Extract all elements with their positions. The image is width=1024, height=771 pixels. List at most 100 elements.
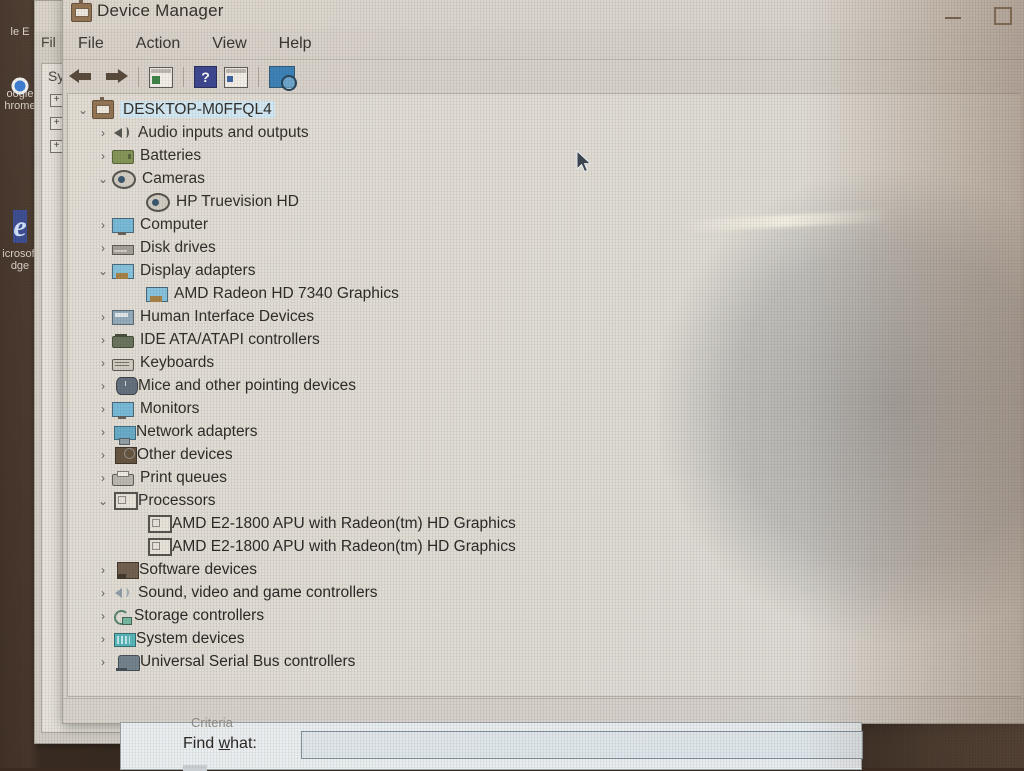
chevron-right-icon[interactable]: › [94,609,112,623]
chevron-down-icon[interactable]: ⌄ [94,494,112,508]
chevron-right-icon[interactable]: › [94,126,112,140]
menubar: File Action View Help [63,29,1024,59]
window-controls [929,0,1024,29]
processor-icon [148,538,172,556]
chevron-right-icon[interactable]: › [94,471,112,485]
tree-item[interactable]: AMD E2-1800 APU with Radeon(tm) HD Graph… [70,535,1021,558]
tree-item-label: HP Truevision HD [176,193,299,210]
chevron-down-icon[interactable]: ⌄ [94,172,112,186]
minimize-button[interactable] [929,0,977,29]
tree-item[interactable]: ⌄ Cameras [70,167,1021,190]
tree-item-label: DESKTOP-M0FFQL4 [120,101,275,118]
tree-item[interactable]: › Keyboards [70,351,1021,374]
tree-item[interactable]: › IDE ATA/ATAPI controllers [70,328,1021,351]
processor-icon [148,515,172,533]
maximize-button[interactable] [977,0,1024,29]
tree-item[interactable]: › Print queues [70,466,1021,489]
tree-item-label: Other devices [137,446,233,463]
window-title: Device Manager [97,1,224,20]
tree-item[interactable]: › Other devices [70,443,1021,466]
tree-item-label: System devices [136,630,245,647]
tree-item[interactable]: › Computer [70,213,1021,236]
chevron-right-icon[interactable]: › [94,563,112,577]
network-adapter-icon [114,425,136,445]
tree-item[interactable]: › Mice and other pointing devices [70,374,1021,397]
chevron-right-icon[interactable]: › [94,425,112,439]
tree-item-label: AMD E2-1800 APU with Radeon(tm) HD Graph… [172,515,516,532]
printer-icon [112,470,134,486]
menu-file[interactable]: File [73,33,109,55]
find-what-input[interactable] [301,731,863,759]
properties-panel-icon[interactable] [149,66,173,88]
menu-action[interactable]: Action [131,33,185,55]
chevron-down-icon[interactable]: ⌄ [74,103,92,117]
edge-label-line2: dge [10,260,30,272]
chevron-right-icon[interactable]: › [94,448,112,462]
forward-button[interactable] [102,67,128,87]
tree-item[interactable]: › Sound, video and game controllers [70,581,1021,604]
speaker-icon [112,124,132,141]
chevron-right-icon[interactable]: › [94,149,112,163]
menu-view[interactable]: View [207,33,251,55]
chevron-right-icon[interactable]: › [94,632,112,646]
chevron-down-icon[interactable]: ⌄ [94,264,112,278]
tree-item-label: Computer [140,216,209,233]
titlebar[interactable]: Device Manager [63,0,1024,29]
processor-icon [114,492,138,510]
tree-item-label: Cameras [142,170,205,187]
device-manager-icon [71,0,92,22]
tree-item[interactable]: ⌄ Display adapters [70,259,1021,282]
sound-controller-icon [112,584,132,601]
tree-item[interactable]: › Batteries [70,144,1021,167]
chevron-right-icon[interactable]: › [94,241,112,255]
tree-item[interactable]: ⌄ DESKTOP-M0FFQL4 [70,97,1021,121]
back-button[interactable] [69,67,95,87]
chevron-right-icon[interactable]: › [94,586,112,600]
chevron-right-icon[interactable]: › [94,310,112,324]
tree-item-label: IDE ATA/ATAPI controllers [140,331,320,348]
tree-item[interactable]: › Human Interface Devices [70,305,1021,328]
device-tree: ⌄ DESKTOP-M0FFQL4 › Audio inputs and output… [68,94,1021,673]
monitor-icon [112,218,134,235]
camera-icon [146,192,170,212]
chevron-right-icon[interactable]: › [94,402,112,416]
chevron-right-icon[interactable]: › [94,218,112,232]
chevron-right-icon[interactable]: › [94,379,112,393]
device-tree-pane[interactable]: ⌄ DESKTOP-M0FFQL4 › Audio inputs and output… [67,93,1021,697]
tree-item[interactable]: HP Truevision HD [70,190,1021,213]
list-panel-icon[interactable] [224,66,248,88]
tree-item-label: Display adapters [140,262,256,279]
find-dialog-button-partial[interactable] [183,765,207,771]
tree-item[interactable]: › Universal Serial Bus controllers [70,650,1021,673]
system-device-icon [114,633,136,647]
tree-item[interactable]: › Network adapters [70,420,1021,445]
tree-item[interactable]: › Storage controllers [70,604,1021,627]
tree-item-label: Sound, video and game controllers [138,584,378,601]
camera-icon [112,169,136,189]
chevron-right-icon[interactable]: › [94,356,112,370]
usb-controller-icon [116,654,140,671]
menu-help[interactable]: Help [274,33,317,55]
help-question-icon[interactable]: ? [194,66,217,88]
tree-item[interactable]: › System devices [70,627,1021,650]
edge-label-line1: icrosoft [2,248,38,260]
tree-item-label: Processors [138,492,216,509]
device-manager-window: Device Manager File Action View Help ? ⌄… [62,0,1024,724]
tree-item-label: Monitors [140,400,200,417]
tree-item-label: Disk drives [140,239,216,256]
tree-item[interactable]: AMD E2-1800 APU with Radeon(tm) HD Graph… [70,512,1021,535]
tree-item[interactable]: › Software devices [70,558,1021,581]
display-adapter-icon [112,264,134,279]
tree-item[interactable]: › Audio inputs and outputs [70,121,1021,144]
chevron-right-icon[interactable]: › [94,333,112,347]
tree-item[interactable]: AMD Radeon HD 7340 Graphics [70,282,1021,305]
tree-item-label: AMD Radeon HD 7340 Graphics [174,285,399,302]
tree-item-label: Audio inputs and outputs [138,124,309,141]
chevron-right-icon[interactable]: › [94,655,112,669]
tree-item[interactable]: › Monitors [70,397,1021,420]
tree-item[interactable]: ⌄ Processors [70,489,1021,512]
tree-item[interactable]: › Disk drives [70,236,1021,259]
scan-monitor-icon[interactable] [269,66,297,91]
find-what-label: Find what: [183,735,257,752]
monitor-icon [112,402,134,419]
